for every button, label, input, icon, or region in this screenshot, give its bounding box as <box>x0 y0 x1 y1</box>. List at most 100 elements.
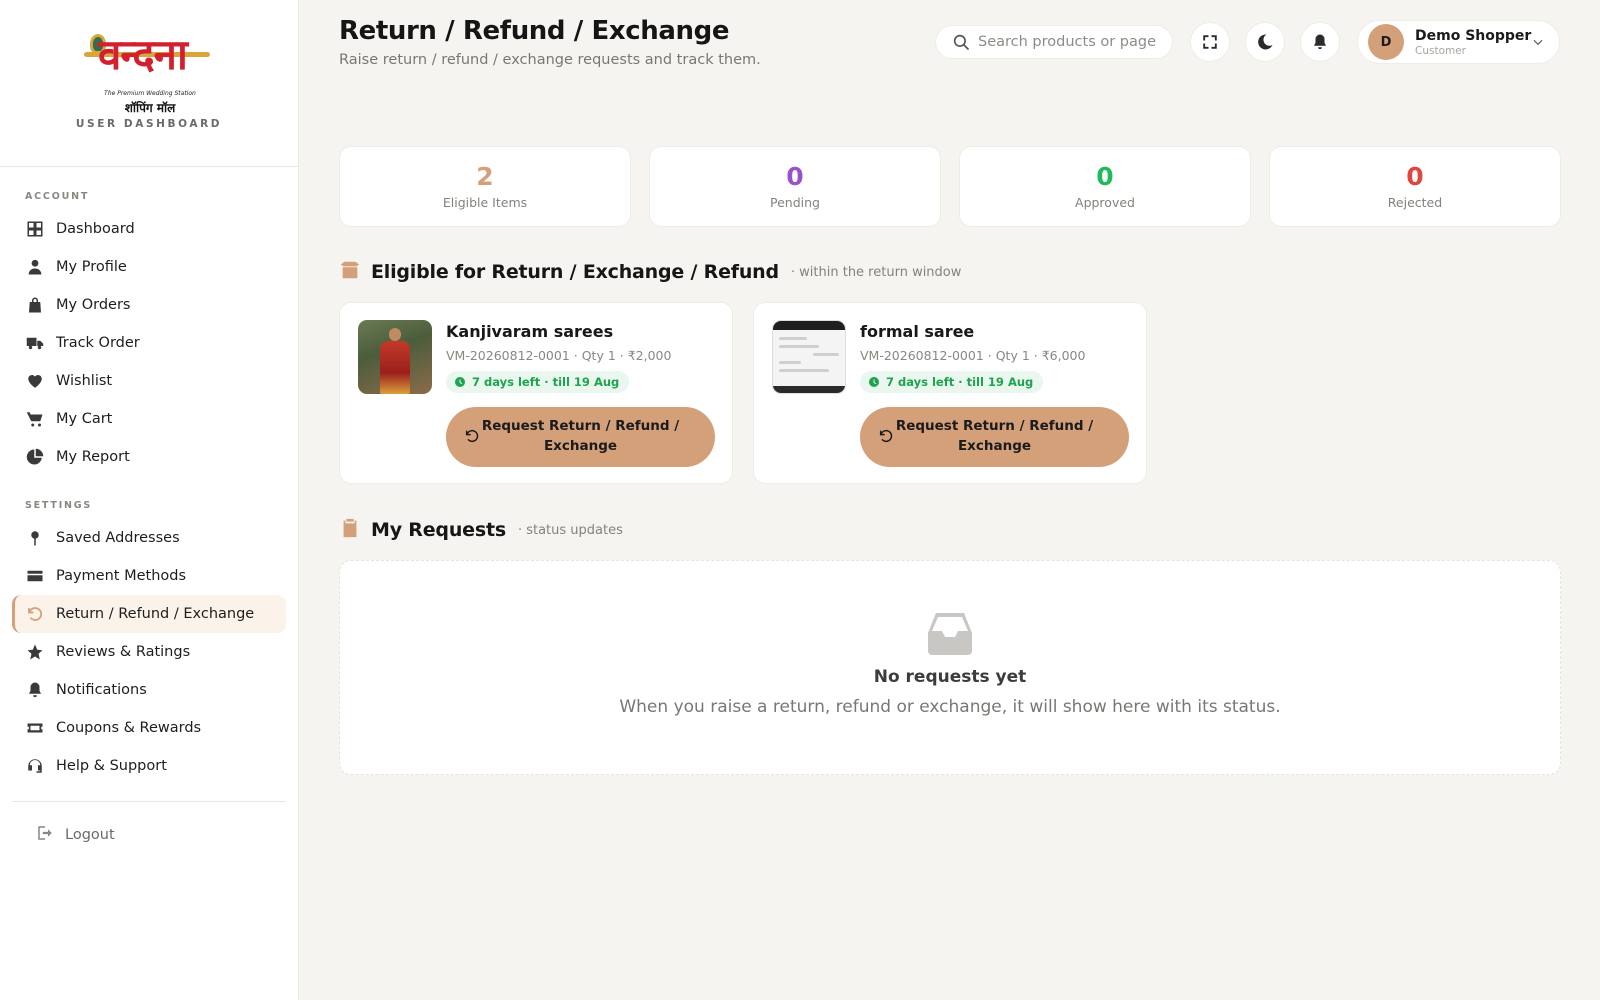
stat-rejected: 0 Rejected <box>1269 146 1561 227</box>
thumb-footer-bar <box>773 386 845 393</box>
pie-chart-icon <box>25 447 45 467</box>
user-icon <box>25 257 45 277</box>
undo-icon <box>465 429 479 442</box>
logo-subtitle: शॉपिंग मॉल <box>124 101 176 115</box>
page-subtitle: Raise return / refund / exchange request… <box>339 52 761 68</box>
product-image[interactable] <box>772 320 846 394</box>
moon-icon <box>1258 34 1273 50</box>
logout-icon <box>36 824 54 846</box>
fullscreen-button[interactable] <box>1190 22 1230 62</box>
logout-label: Logout <box>65 827 115 843</box>
dashboard-label: USER DASHBOARD <box>75 118 223 130</box>
section-hint: · status updates <box>517 522 623 538</box>
clock-icon <box>455 377 465 387</box>
sidebar-item-payment-methods[interactable]: Payment Methods <box>12 557 286 595</box>
thumb-line <box>779 369 829 372</box>
eligible-item-card: Kanjivaram sarees VM-20260812-0001 · Qty… <box>339 302 733 484</box>
stat-label: Eligible Items <box>442 194 528 210</box>
stat-value: 0 <box>1406 161 1424 191</box>
sidebar-item-saved-addresses[interactable]: Saved Addresses <box>12 519 286 557</box>
user-name: Demo Shopper <box>1415 27 1532 44</box>
brand-logo[interactable]: वन्दना The Premium Wedding Station शॉपिं… <box>84 30 214 115</box>
sidebar-item-label: Wishlist <box>56 373 113 389</box>
sidebar-nav: ACCOUNT Dashboard My Profile My Orders T… <box>0 167 298 852</box>
sidebar-item-label: Saved Addresses <box>56 530 180 546</box>
notifications-button[interactable] <box>1300 22 1340 62</box>
logo-tagline: The Premium Wedding Station <box>104 90 196 97</box>
sidebar-item-wishlist[interactable]: Wishlist <box>12 362 286 400</box>
ticket-icon <box>25 718 45 738</box>
sidebar-item-label: Track Order <box>56 335 140 351</box>
sidebar-item-my-profile[interactable]: My Profile <box>12 248 286 286</box>
expand-icon <box>1203 35 1217 49</box>
dark-mode-toggle[interactable] <box>1245 22 1285 62</box>
sidebar-item-label: Coupons & Rewards <box>56 720 202 736</box>
clipboard-icon <box>339 517 361 543</box>
heart-icon <box>25 371 45 391</box>
thumb-header-bar <box>773 321 845 330</box>
badge-text: 7 days left · till 19 Aug <box>886 375 1034 389</box>
thumb-line <box>779 345 819 348</box>
stat-label: Pending <box>770 194 820 210</box>
logout-button[interactable]: Logout <box>12 818 286 852</box>
bell-icon <box>1314 34 1326 50</box>
sidebar-item-my-orders[interactable]: My Orders <box>12 286 286 324</box>
sidebar-item-track-order[interactable]: Track Order <box>12 324 286 362</box>
badge-text: 7 days left · till 19 Aug <box>472 375 620 389</box>
sidebar-item-label: Payment Methods <box>56 568 187 584</box>
search-input[interactable] <box>978 34 1168 50</box>
user-menu[interactable]: D Demo Shopper Customer <box>1357 20 1560 64</box>
order-meta: VM-20260812-0001 · Qty 1 · ₹2,000 <box>446 348 672 363</box>
page-title: Return / Refund / Exchange <box>339 16 730 46</box>
order-meta: VM-20260812-0001 · Qty 1 · ₹6,000 <box>860 348 1086 363</box>
thumb-line <box>779 361 801 364</box>
requests-empty-state: No requests yet When you raise a return,… <box>339 560 1561 775</box>
empty-state-title: No requests yet <box>873 667 1027 687</box>
product-name[interactable]: Kanjivaram sarees <box>446 322 613 341</box>
sidebar-divider <box>12 801 286 802</box>
sidebar-item-label: My Orders <box>56 297 131 313</box>
figure-head <box>389 328 401 341</box>
pin-icon <box>25 528 45 548</box>
requests-section-header: My Requests · status updates <box>339 517 623 543</box>
section-hint: · within the return window <box>790 264 962 280</box>
product-name[interactable]: formal saree <box>860 322 974 341</box>
sidebar-item-return-refund-exchange[interactable]: Return / Refund / Exchange <box>12 595 286 633</box>
request-return-button[interactable]: Request Return / Refund / Exchange <box>860 407 1129 467</box>
search-box[interactable] <box>935 25 1173 59</box>
sidebar-item-label: Reviews & Ratings <box>56 644 191 660</box>
avatar: D <box>1368 24 1404 60</box>
section-title: My Requests <box>371 519 506 541</box>
sidebar-item-my-cart[interactable]: My Cart <box>12 400 286 438</box>
bag-icon <box>25 295 45 315</box>
nav-section-account: ACCOUNT <box>25 191 90 202</box>
sidebar-item-help-support[interactable]: Help & Support <box>12 747 286 785</box>
product-image[interactable] <box>358 320 432 394</box>
sidebar-item-label: My Cart <box>56 411 113 427</box>
button-label: Request Return / Refund / Exchange <box>481 418 680 454</box>
request-return-button[interactable]: Request Return / Refund / Exchange <box>446 407 715 467</box>
return-window-badge: 7 days left · till 19 Aug <box>446 371 630 393</box>
sidebar-item-label: My Report <box>56 449 130 465</box>
eligible-section-header: Eligible for Return / Exchange / Refund … <box>339 259 961 285</box>
sidebar-item-notifications[interactable]: Notifications <box>12 671 286 709</box>
sidebar-item-my-report[interactable]: My Report <box>12 438 286 476</box>
eligible-item-card: formal saree VM-20260812-0001 · Qty 1 · … <box>753 302 1147 484</box>
sidebar-item-label: Help & Support <box>56 758 167 774</box>
stat-label: Approved <box>1075 194 1135 210</box>
box-open-icon <box>339 259 361 285</box>
stat-label: Rejected <box>1387 194 1443 210</box>
grid-icon <box>25 219 45 239</box>
sidebar-item-label: Return / Refund / Exchange <box>56 606 255 622</box>
button-label: Request Return / Refund / Exchange <box>895 418 1094 454</box>
sidebar-item-dashboard[interactable]: Dashboard <box>12 210 286 248</box>
user-info: Demo Shopper Customer <box>1415 28 1531 57</box>
brand: वन्दना The Premium Wedding Station शॉपिं… <box>0 0 298 167</box>
stat-approved: 0 Approved <box>959 146 1251 227</box>
logo-wordmark: वन्दना <box>98 30 188 79</box>
thumb-line <box>779 337 807 340</box>
stats-row: 2 Eligible Items 0 Pending 0 Approved 0 … <box>339 146 1561 227</box>
cart-icon <box>25 409 45 429</box>
sidebar-item-coupons-rewards[interactable]: Coupons & Rewards <box>12 709 286 747</box>
sidebar-item-reviews-ratings[interactable]: Reviews & Ratings <box>12 633 286 671</box>
